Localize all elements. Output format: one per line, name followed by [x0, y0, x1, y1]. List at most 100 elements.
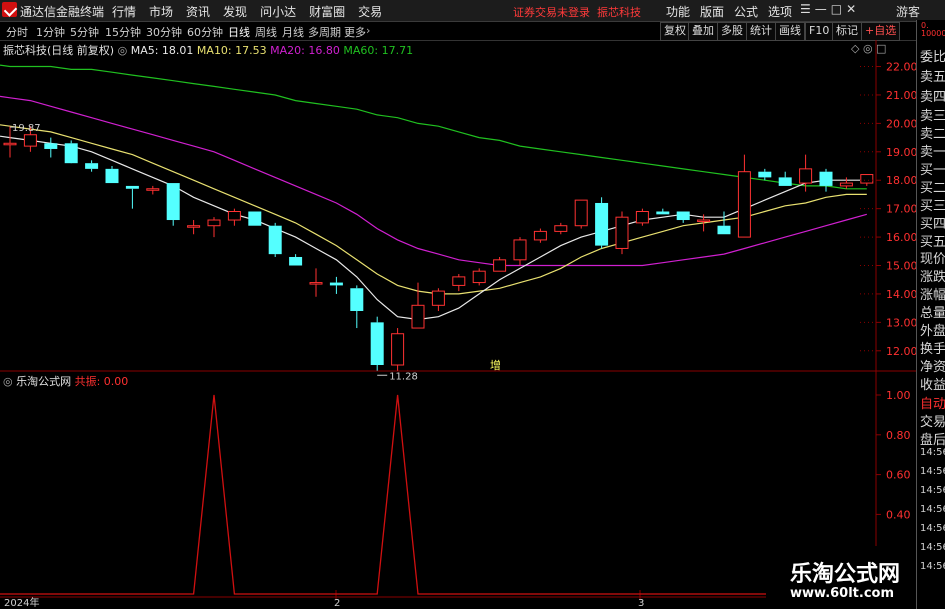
candle-body-38: [778, 177, 792, 186]
candle-17: [350, 285, 364, 329]
quote-label-19[interactable]: 自动: [920, 393, 945, 412]
signal-line: [0, 394, 876, 595]
stock-name[interactable]: 振芯科技(日线 前复权): [3, 44, 114, 57]
x-axis-label-1: 2: [334, 598, 340, 609]
corner-number: 0. 10000: [921, 21, 945, 38]
quote-label-2: 卖四: [920, 90, 945, 105]
candle-body-28: [574, 199, 588, 227]
candle-6: [125, 185, 139, 209]
candle-body-11: [227, 211, 241, 221]
quote-panel: 委比 卖五 卖四 卖三 卖二 卖一 买一 买二 买三 买四 买五 现价 涨跌 涨幅 总量 外盘 换手 净资 收益 自动…: [916, 20, 945, 609]
sub-axis-label-0: 1.00: [886, 389, 911, 402]
candle-29: [595, 197, 609, 249]
ma10-line: [0, 124, 867, 295]
x-axis-label-0: 2024年: [4, 596, 39, 609]
quote-label-8: 买三: [920, 199, 945, 214]
indicator-settings-icon[interactable]: ◎: [3, 375, 13, 388]
quote-label-3: 卖三: [920, 109, 945, 124]
price-axis-label-5: 17.00: [886, 203, 918, 216]
candle-30: [615, 211, 629, 255]
quote-label-14: 总量: [920, 306, 945, 321]
candle-body-36: [737, 171, 751, 238]
candle-11: [227, 208, 241, 226]
candle-15: [309, 268, 323, 297]
candle-32: [656, 208, 670, 215]
candle-body-6: [125, 185, 139, 189]
quote-label-16: 换手: [920, 342, 945, 357]
candle-body-26: [533, 230, 547, 241]
low-price-label: 11.28: [389, 371, 418, 382]
candle-36: [737, 154, 751, 238]
quote-label-4: 卖二: [920, 127, 945, 142]
trade-time-4: 14:56: [920, 523, 945, 534]
ma10-value: MA10: 17.53: [196, 44, 267, 57]
candle-body-12: [248, 211, 262, 226]
candle-body-17: [350, 288, 364, 311]
candle-body-9: [187, 225, 201, 228]
indicator-name[interactable]: 乐淘公式网: [16, 375, 71, 388]
candle-body-8: [166, 183, 180, 221]
price-axis-label-6: 16.00: [886, 231, 918, 244]
watermark-url: www.60lt.com: [790, 586, 895, 601]
price-axis-label-0: 22.00: [886, 61, 918, 74]
candle-8: [166, 183, 180, 226]
candle-body-18: [370, 322, 384, 365]
candle-body-30: [615, 216, 629, 249]
candle-16: [329, 276, 343, 294]
quote-label-18: 收益: [920, 378, 945, 393]
candle-28: [574, 199, 588, 229]
trade-time-3: 14:56: [920, 504, 945, 515]
candle-23: [472, 268, 486, 286]
candle-7: [146, 185, 160, 195]
x-axis-label-2: 3: [638, 598, 644, 609]
kline-chart[interactable]: 22.0021.0020.0019.0018.0017.0016.0015.00…: [0, 0, 945, 609]
settings-icon[interactable]: ◎: [118, 44, 128, 57]
ma60-value: MA60: 17.71: [343, 44, 414, 57]
candle-body-40: [819, 171, 833, 186]
trade-time-0: 14:56: [920, 447, 945, 458]
candle-body-5: [105, 168, 119, 184]
candle-42: [860, 174, 874, 186]
price-axis-label-2: 20.00: [886, 117, 918, 130]
candle-body-24: [493, 259, 507, 272]
candle-body-3: [64, 143, 78, 164]
ma20-value: MA20: 16.80: [270, 44, 340, 57]
candle-body-35: [717, 225, 731, 235]
quote-label-20: 交易: [920, 415, 945, 430]
price-axis-label-3: 19.00: [886, 146, 918, 159]
candle-27: [554, 222, 568, 235]
quote-label-21: 盘后: [920, 433, 945, 448]
candle-body-14: [289, 256, 303, 266]
watermark-title: 乐淘公式网: [790, 562, 901, 587]
sub-axis-label-3: 0.40: [886, 508, 911, 521]
ma5-value: MA5: 18.01: [130, 44, 194, 57]
candle-9: [187, 220, 201, 235]
price-axis-label-9: 13.00: [886, 316, 918, 329]
candle-40: [819, 168, 833, 192]
candle-body-22: [452, 276, 466, 286]
quote-label-5: 卖一: [920, 145, 945, 160]
trade-time-6: 14:56: [920, 561, 945, 572]
ma60-line: [0, 64, 867, 190]
candle-body-42: [860, 174, 874, 184]
quote-label-15: 外盘: [920, 324, 945, 339]
price-axis-label-4: 18.00: [886, 174, 918, 187]
quote-label-7: 买二: [920, 181, 945, 196]
candle-body-20: [411, 304, 425, 329]
candle-body-13: [268, 225, 282, 255]
trade-time-5: 14:56: [920, 542, 945, 553]
candle-body-25: [513, 239, 527, 261]
candle-14: [289, 254, 303, 266]
candle-body-19: [391, 333, 405, 366]
sub-axis-label-1: 0.80: [886, 429, 911, 442]
chart-tools-icons[interactable]: ◇ ◎ □: [851, 42, 886, 55]
trade-time-2: 14:56: [920, 485, 945, 496]
candle-body-32: [656, 211, 670, 215]
candle-body-15: [309, 282, 323, 285]
candle-body-33: [676, 211, 690, 221]
indicator-value: 共振: 0.00: [74, 375, 129, 388]
candle-4: [85, 160, 99, 172]
price-axis-label-10: 12.00: [886, 345, 918, 358]
candle-38: [778, 171, 792, 186]
candle-5: [105, 166, 119, 184]
